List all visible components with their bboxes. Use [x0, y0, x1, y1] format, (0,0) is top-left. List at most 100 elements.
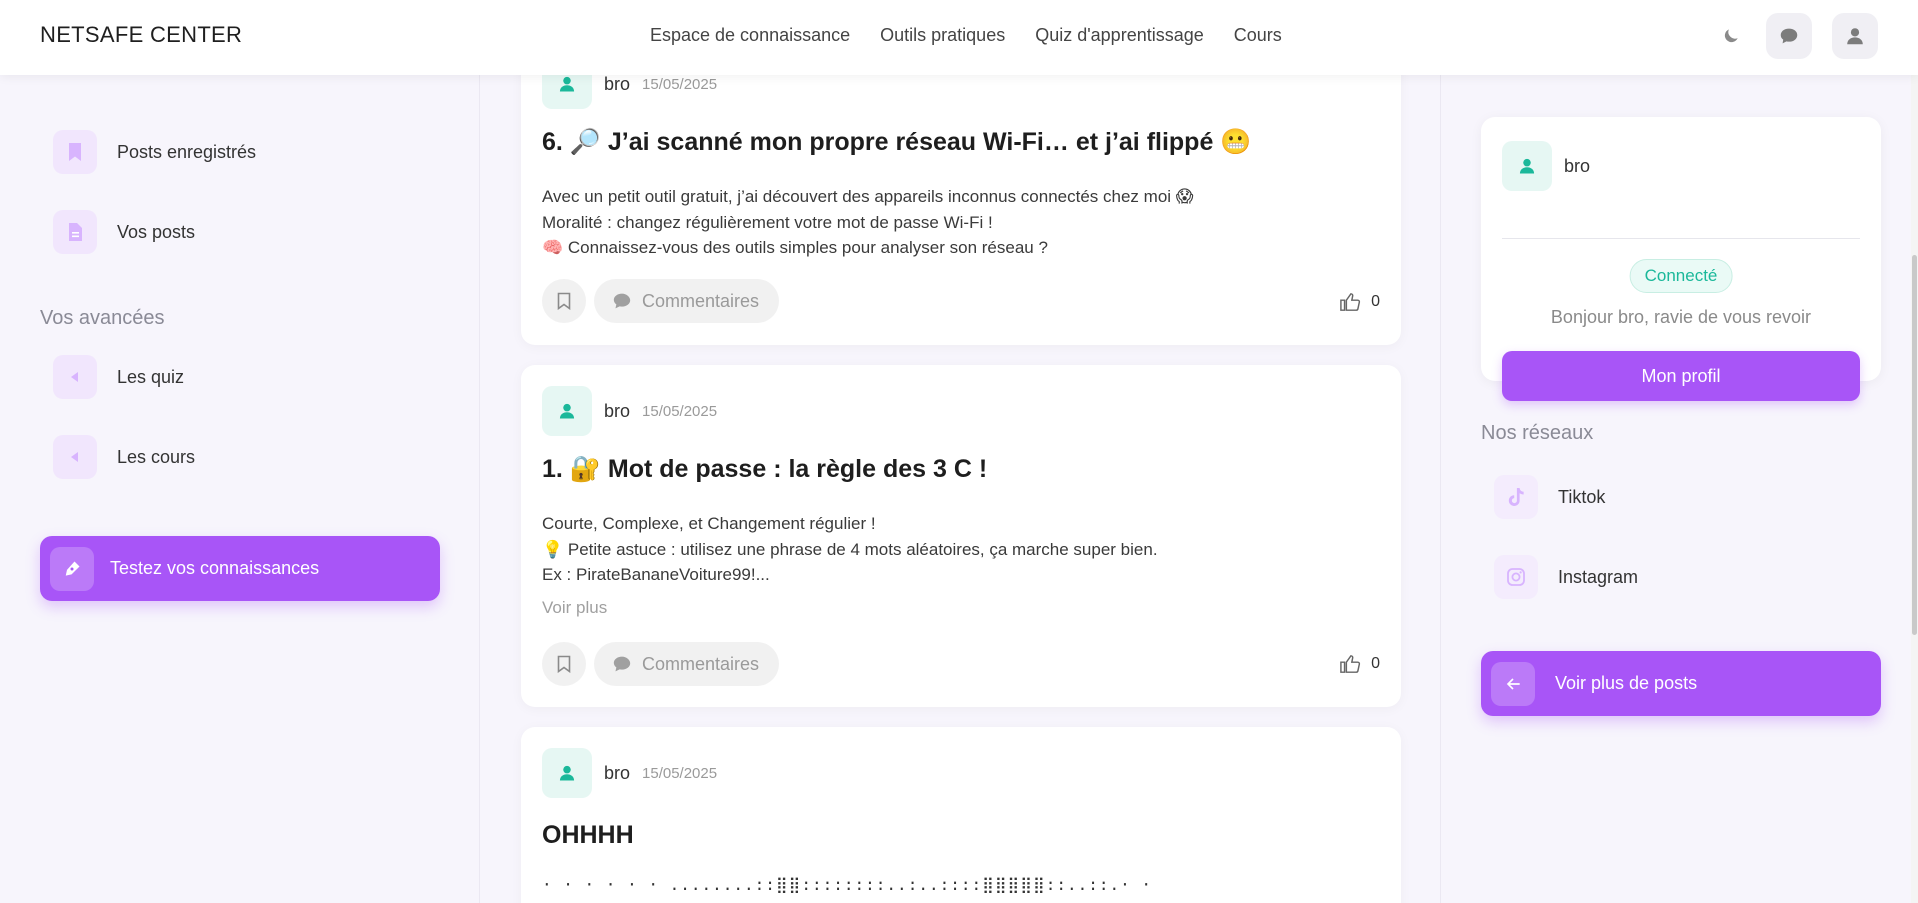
arrow-left-icon [1491, 661, 1535, 706]
document-icon [53, 210, 97, 254]
bookmark-icon [53, 130, 97, 174]
chevron-left-icon [53, 435, 97, 479]
chevron-left-icon [53, 355, 97, 399]
like-count: 0 [1371, 655, 1380, 672]
bookmark-button[interactable] [542, 642, 586, 686]
comment-icon [613, 656, 631, 672]
post-body-line: Courte, Complexe, et Changement régulier… [542, 514, 876, 533]
progress-section-title: Vos avancées [40, 307, 165, 329]
network-link-tiktok[interactable]: Tiktok [1494, 475, 1605, 519]
post-author-row: bro 15/05/2025 [542, 748, 717, 798]
my-profile-button[interactable]: Mon profil [1502, 351, 1860, 401]
user-icon [1847, 28, 1863, 45]
post-title[interactable]: 1. 🔐 Mot de passe : la règle des 3 C ! [542, 455, 987, 484]
profile-name: bro [1564, 155, 1591, 176]
user-icon [559, 76, 575, 92]
sidebar-item-label: Les cours [117, 446, 196, 467]
post-body-line: 💡 Petite astuce : utilisez une phrase de… [542, 539, 1158, 559]
thumbs-up-icon [1340, 655, 1361, 673]
comments-button[interactable]: Commentaires [594, 642, 780, 686]
user-icon [1519, 158, 1535, 174]
avatar[interactable] [542, 748, 592, 798]
post-author[interactable]: bro [604, 75, 630, 95]
post-body-line: Ex : PirateBananeVoiture99!... [542, 565, 770, 584]
comments-button[interactable]: Commentaires [594, 279, 780, 323]
sidebar-item-label: Posts enregistrés [117, 141, 257, 162]
post-author-row: bro 15/05/2025 [542, 75, 717, 109]
moon-icon [1724, 29, 1738, 43]
test-knowledge-label: Testez vos connaissances [110, 558, 320, 578]
tiktok-icon [1494, 475, 1538, 519]
right-sidebar: bro Connecté Bonjour bro, ravie de vous … [1440, 75, 1918, 903]
network-label: Instagram [1558, 566, 1639, 587]
main-nav: Espace de connaissance Outils pratiques … [650, 25, 1282, 46]
bookmark-icon [557, 655, 571, 673]
post-author-row: bro 15/05/2025 [542, 386, 717, 436]
status-badge: Connecté [1629, 259, 1733, 293]
sidebar-item-label: Vos posts [117, 221, 196, 242]
pen-icon [50, 546, 94, 591]
post-ascii-art: · · · · · · ........::⣿⣿::::::::..:..:::… [542, 875, 1153, 894]
post-body-line: 🧠 Connaissez-vous des outils simples pou… [542, 238, 1048, 257]
post-date: 15/05/2025 [642, 75, 718, 93]
post-body-line: Moralité : changez régulièrement votre m… [542, 212, 993, 232]
comment-icon [613, 293, 631, 309]
see-more-posts-label: Voir plus de posts [1555, 673, 1698, 693]
posts-feed: bro 15/05/2025 6. 🔎 J’ai scanné mon prop… [481, 75, 1441, 903]
account-button[interactable] [1832, 13, 1878, 59]
top-navbar: NETSAFE CENTER Espace de connaissance Ou… [0, 0, 1918, 75]
network-link-instagram[interactable]: Instagram [1494, 555, 1638, 599]
networks-title: Nos réseaux [1481, 422, 1594, 444]
comments-label: Commentaires [642, 653, 760, 674]
sidebar-item-your-posts[interactable]: Vos posts [53, 210, 195, 254]
instagram-icon [1494, 555, 1538, 599]
nav-link-tools[interactable]: Outils pratiques [880, 25, 1005, 46]
avatar[interactable] [1502, 141, 1552, 191]
bookmark-icon [557, 292, 571, 310]
sidebar-item-courses[interactable]: Les cours [53, 435, 195, 479]
sidebar-item-saved-posts[interactable]: Posts enregistrés [53, 130, 256, 174]
brand-logo[interactable]: NETSAFE CENTER [40, 22, 242, 48]
sidebar-item-quiz[interactable]: Les quiz [53, 355, 184, 399]
nav-link-quiz[interactable]: Quiz d'apprentissage [1035, 25, 1204, 46]
see-more-posts-button[interactable]: Voir plus de posts [1481, 651, 1881, 716]
post-author[interactable]: bro [604, 763, 630, 784]
scrollbar-thumb[interactable] [1912, 255, 1917, 635]
nav-actions [1716, 13, 1878, 59]
post-body-line: Avec un petit outil gratuit, j’ai découv… [542, 187, 1194, 206]
post-actions: Commentaires [542, 642, 780, 686]
avatar[interactable] [542, 386, 592, 436]
theme-toggle-button[interactable] [1716, 13, 1746, 59]
avatar[interactable] [542, 75, 592, 109]
post-actions: Commentaires [542, 279, 780, 323]
network-label: Tiktok [1558, 486, 1606, 507]
chat-icon [1780, 28, 1798, 44]
thumbs-up-icon [1340, 293, 1361, 311]
bookmark-button[interactable] [542, 279, 586, 323]
post-author[interactable]: bro [604, 401, 630, 422]
like-button[interactable]: 0 [1339, 654, 1380, 674]
see-more-link[interactable]: Voir plus [542, 598, 607, 618]
nav-link-knowledge[interactable]: Espace de connaissance [650, 25, 850, 46]
divider [1502, 238, 1860, 239]
post-title[interactable]: OHHHH [542, 821, 634, 850]
nav-link-courses[interactable]: Cours [1234, 25, 1282, 46]
greeting-text: Bonjour bro, ravie de vous revoir [1550, 307, 1812, 327]
post-date: 15/05/2025 [642, 764, 718, 782]
user-icon [559, 403, 575, 419]
profile-card: bro Connecté Bonjour bro, ravie de vous … [1481, 117, 1881, 401]
post-card: bro 15/05/2025 6. 🔎 J’ai scanné mon prop… [521, 75, 1401, 345]
post-date: 15/05/2025 [642, 402, 718, 420]
comments-label: Commentaires [642, 290, 760, 311]
post-body: Courte, Complexe, et Changement régulier… [542, 511, 1158, 588]
post-body: Avec un petit outil gratuit, j’ai découv… [542, 184, 1194, 261]
sidebar-item-label: Les quiz [117, 366, 185, 387]
left-sidebar: Posts enregistrés Vos posts Vos avancées… [0, 75, 480, 903]
messages-button[interactable] [1766, 13, 1812, 59]
like-count: 0 [1371, 293, 1380, 310]
user-icon [559, 765, 575, 781]
test-knowledge-button[interactable]: Testez vos connaissances [40, 536, 440, 601]
like-button[interactable]: 0 [1339, 292, 1380, 312]
post-card: bro 15/05/2025 1. 🔐 Mot de passe : la rè… [521, 365, 1401, 707]
post-title[interactable]: 6. 🔎 J’ai scanné mon propre réseau Wi-Fi… [542, 128, 1251, 157]
